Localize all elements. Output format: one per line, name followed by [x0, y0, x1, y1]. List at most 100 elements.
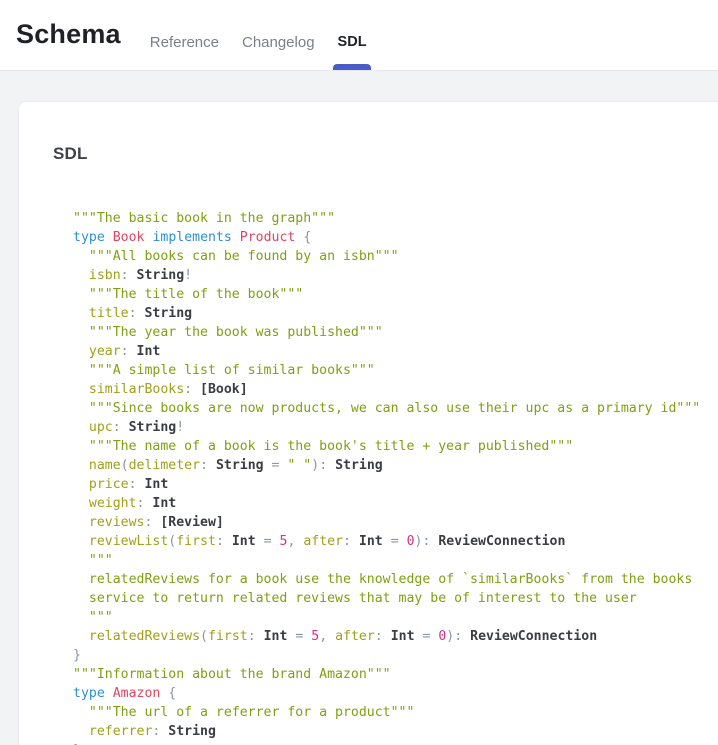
code-token: String [137, 268, 185, 283]
code-token: : [137, 496, 153, 511]
code-token: isbn [73, 268, 121, 283]
code-token: """The url of a referrer for a product""… [73, 705, 414, 720]
code-line: referrer: String [73, 722, 718, 741]
code-token: ! [184, 268, 192, 283]
code-token: ( [121, 458, 129, 473]
tabs: Reference Changelog SDL [150, 0, 367, 70]
code-token: delimeter [129, 458, 200, 473]
code-token: price [73, 477, 129, 492]
code-token: ( [200, 629, 208, 644]
code-token: : [129, 306, 145, 321]
code-line: """Information about the brand Amazon""" [73, 665, 718, 684]
code-token: name [73, 458, 121, 473]
code-token: { [295, 230, 311, 245]
page-title: Schema [16, 19, 121, 50]
code-token: relatedReviews [73, 629, 200, 644]
code-token: Int [264, 629, 288, 644]
code-token: " " [287, 458, 311, 473]
code-token: """ [73, 610, 113, 625]
code-token: Int [232, 534, 256, 549]
code-token [232, 230, 240, 245]
code-line: title: String [73, 304, 718, 323]
code-token: Int [137, 344, 161, 359]
code-token: ): [311, 458, 335, 473]
code-line: type Amazon { [73, 684, 718, 703]
code-token: Int [152, 496, 176, 511]
code-token: Product [240, 230, 296, 245]
code-token: Int [359, 534, 383, 549]
code-line: """The name of a book is the book's titl… [73, 437, 718, 456]
code-token: service to return related reviews that m… [73, 591, 637, 606]
code-token: 0 [407, 534, 415, 549]
code-line: name(delimeter: String = " "): String [73, 456, 718, 475]
code-line: """The url of a referrer for a product""… [73, 703, 718, 722]
code-token: 5 [311, 629, 319, 644]
code-token: ! [176, 420, 184, 435]
code-line: """All books can be found by an isbn""" [73, 247, 718, 266]
code-token: upc [73, 420, 113, 435]
code-line: service to return related reviews that m… [73, 589, 718, 608]
code-token: String [168, 724, 216, 739]
code-token: [Book] [200, 382, 248, 397]
code-token: : [121, 268, 137, 283]
code-token: : [121, 344, 137, 359]
code-token: : [184, 382, 200, 397]
code-token: { [160, 686, 176, 701]
code-token: : [113, 420, 129, 435]
code-token: reviews [73, 515, 144, 530]
code-line: """The basic book in the graph""" [73, 209, 718, 228]
code-token [105, 686, 113, 701]
sdl-code-block: """The basic book in the graph"""type Bo… [53, 209, 718, 745]
code-token: year [73, 344, 121, 359]
code-token: , [287, 534, 303, 549]
code-token: after [303, 534, 343, 549]
code-line: """Since books are now products, we can … [73, 399, 718, 418]
code-token: """ [73, 553, 113, 568]
code-token: Int [144, 477, 168, 492]
code-token: Book [113, 230, 145, 245]
code-line: """A simple list of similar books""" [73, 361, 718, 380]
code-token: """The year the book was published""" [73, 325, 383, 340]
code-token: = [256, 534, 280, 549]
code-token: ): [446, 629, 470, 644]
code-token: : [343, 534, 359, 549]
code-token: weight [73, 496, 137, 511]
code-token: ReviewConnection [438, 534, 565, 549]
code-token: """The name of a book is the book's titl… [73, 439, 573, 454]
code-line: relatedReviews for a book use the knowle… [73, 570, 718, 589]
code-token: = [264, 458, 288, 473]
code-token: reviewList [73, 534, 168, 549]
code-line: weight: Int [73, 494, 718, 513]
tab-label: Changelog [242, 34, 315, 51]
active-tab-underline [333, 64, 371, 70]
code-token: implements [152, 230, 231, 245]
code-token: : [129, 477, 145, 492]
tab-changelog[interactable]: Changelog [242, 0, 315, 70]
code-token: : [248, 629, 264, 644]
code-token: relatedReviews for a book use the knowle… [73, 572, 692, 587]
code-token: first [208, 629, 248, 644]
code-token: = [415, 629, 439, 644]
code-line: relatedReviews(first: Int = 5, after: In… [73, 627, 718, 646]
code-token: type [73, 230, 105, 245]
code-line: } [73, 741, 718, 745]
tab-sdl[interactable]: SDL [338, 0, 367, 70]
code-token: after [335, 629, 375, 644]
code-token: ReviewConnection [470, 629, 597, 644]
code-token: type [73, 686, 105, 701]
code-line: reviewList(first: Int = 5, after: Int = … [73, 532, 718, 551]
code-line: type Book implements Product { [73, 228, 718, 247]
code-token: String [216, 458, 264, 473]
code-token: : [375, 629, 391, 644]
code-token: : [152, 724, 168, 739]
code-token [105, 230, 113, 245]
code-token: = [287, 629, 311, 644]
code-token: similarBooks [73, 382, 184, 397]
code-token: """All books can be found by an isbn""" [73, 249, 399, 264]
code-token: : [144, 515, 160, 530]
code-token: title [73, 306, 129, 321]
tab-reference[interactable]: Reference [150, 0, 219, 70]
sdl-card: SDL """The basic book in the graph"""typ… [18, 101, 718, 745]
code-token: } [73, 648, 81, 663]
code-line: """ [73, 551, 718, 570]
